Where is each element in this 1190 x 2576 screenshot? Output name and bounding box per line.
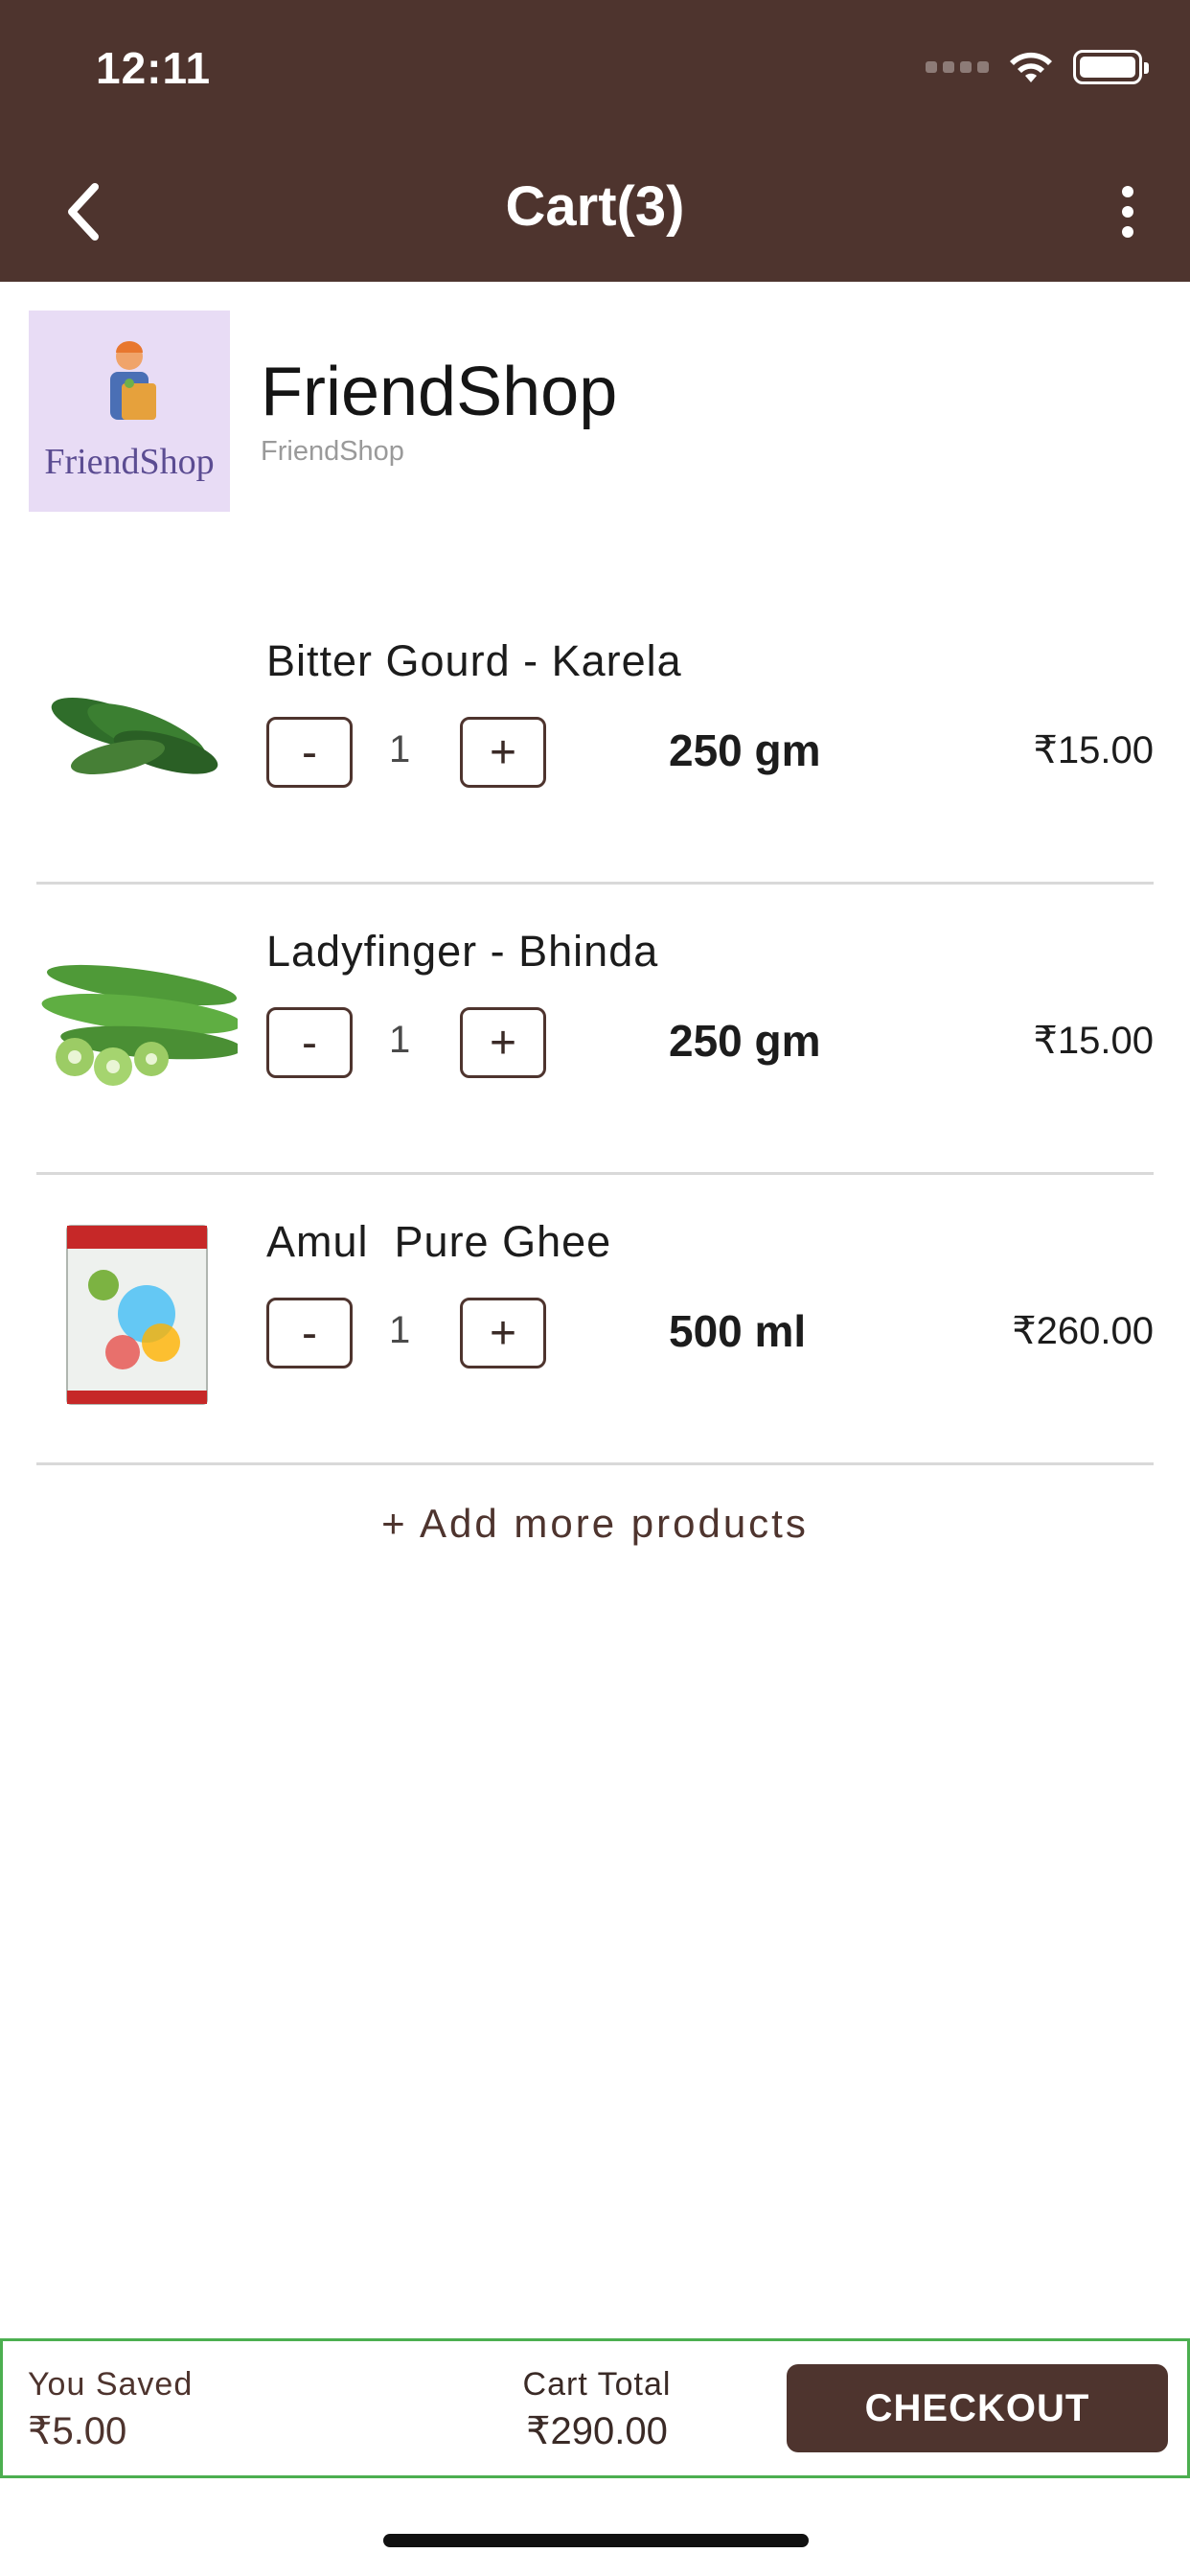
cellular-signal-icon — [926, 61, 989, 73]
product-price: ₹15.00 — [1033, 729, 1154, 771]
battery-icon — [1073, 50, 1149, 84]
savings-block: You Saved ₹5.00 — [28, 2366, 193, 2453]
product-image[interactable] — [36, 1213, 238, 1414]
quantity-value: 1 — [389, 1019, 411, 1061]
product-unit: 500 ml — [669, 1306, 807, 1356]
increase-quantity-button[interactable]: + — [460, 1298, 546, 1368]
product-unit: 250 gm — [669, 725, 821, 775]
app-header: 12:11 Cart(3) — [0, 0, 1190, 282]
decrease-quantity-button[interactable]: - — [266, 1007, 353, 1078]
status-time: 12:11 — [96, 43, 212, 93]
checkout-button[interactable]: CHECKOUT — [787, 2364, 1168, 2452]
product-name: Bitter Gourd - Karela — [266, 636, 682, 685]
shop-header: FriendShop FriendShop FriendShop — [29, 310, 1159, 512]
savings-label: You Saved — [28, 2366, 194, 2403]
quantity-value: 1 — [389, 1309, 411, 1351]
cart-item: Ladyfinger - Bhinda - 1 + 250 gm ₹15.00 — [36, 885, 1154, 1175]
savings-value: ₹5.00 — [28, 2410, 127, 2452]
status-icons — [926, 50, 1149, 84]
shop-name: FriendShop — [261, 353, 618, 430]
product-name: Amul Pure Ghee — [266, 1217, 612, 1266]
decrease-quantity-button[interactable]: - — [266, 1298, 353, 1368]
bitter-gourd-image — [51, 698, 218, 774]
product-image[interactable] — [36, 923, 238, 1124]
product-image[interactable] — [36, 632, 238, 834]
more-options-button[interactable] — [1104, 178, 1152, 245]
ladyfinger-image — [41, 964, 238, 1086]
page-title: Cart(3) — [505, 175, 685, 238]
product-price: ₹15.00 — [1033, 1020, 1154, 1062]
product-name: Ladyfinger - Bhinda — [266, 927, 659, 976]
ghee-box-image — [66, 1225, 208, 1405]
shop-logo-text: FriendShop — [44, 442, 215, 482]
increase-quantity-button[interactable]: + — [460, 717, 546, 788]
shop-info: FriendShop FriendShop — [261, 353, 618, 468]
decrease-quantity-button[interactable]: - — [266, 717, 353, 788]
shop-logo: FriendShop — [29, 310, 230, 512]
cart-total-block: Cart Total ₹290.00 — [501, 2366, 693, 2453]
cart-item: Amul Pure Ghee - 1 + 500 ml ₹260.00 — [36, 1175, 1154, 1465]
increase-quantity-button[interactable]: + — [460, 1007, 546, 1078]
home-indicator[interactable] — [383, 2534, 809, 2547]
product-price: ₹260.00 — [1012, 1310, 1154, 1352]
cart-total-label: Cart Total — [522, 2366, 672, 2403]
cart-summary-bar: You Saved ₹5.00 Cart Total ₹290.00 CHECK… — [0, 2338, 1190, 2478]
cart-total-value: ₹290.00 — [526, 2410, 668, 2452]
delivery-person-icon — [110, 341, 156, 420]
cart-item: Bitter Gourd - Karela - 1 + 250 gm ₹15.0… — [36, 594, 1154, 885]
cart-list: Bitter Gourd - Karela - 1 + 250 gm ₹15.0… — [36, 594, 1154, 1465]
shop-subtitle: FriendShop — [261, 436, 404, 468]
wifi-icon — [1010, 52, 1052, 82]
add-more-products-link[interactable]: + Add more products — [0, 1501, 1190, 1547]
more-vertical-icon — [1122, 186, 1133, 197]
quantity-value: 1 — [389, 728, 411, 770]
product-unit: 250 gm — [669, 1016, 821, 1066]
